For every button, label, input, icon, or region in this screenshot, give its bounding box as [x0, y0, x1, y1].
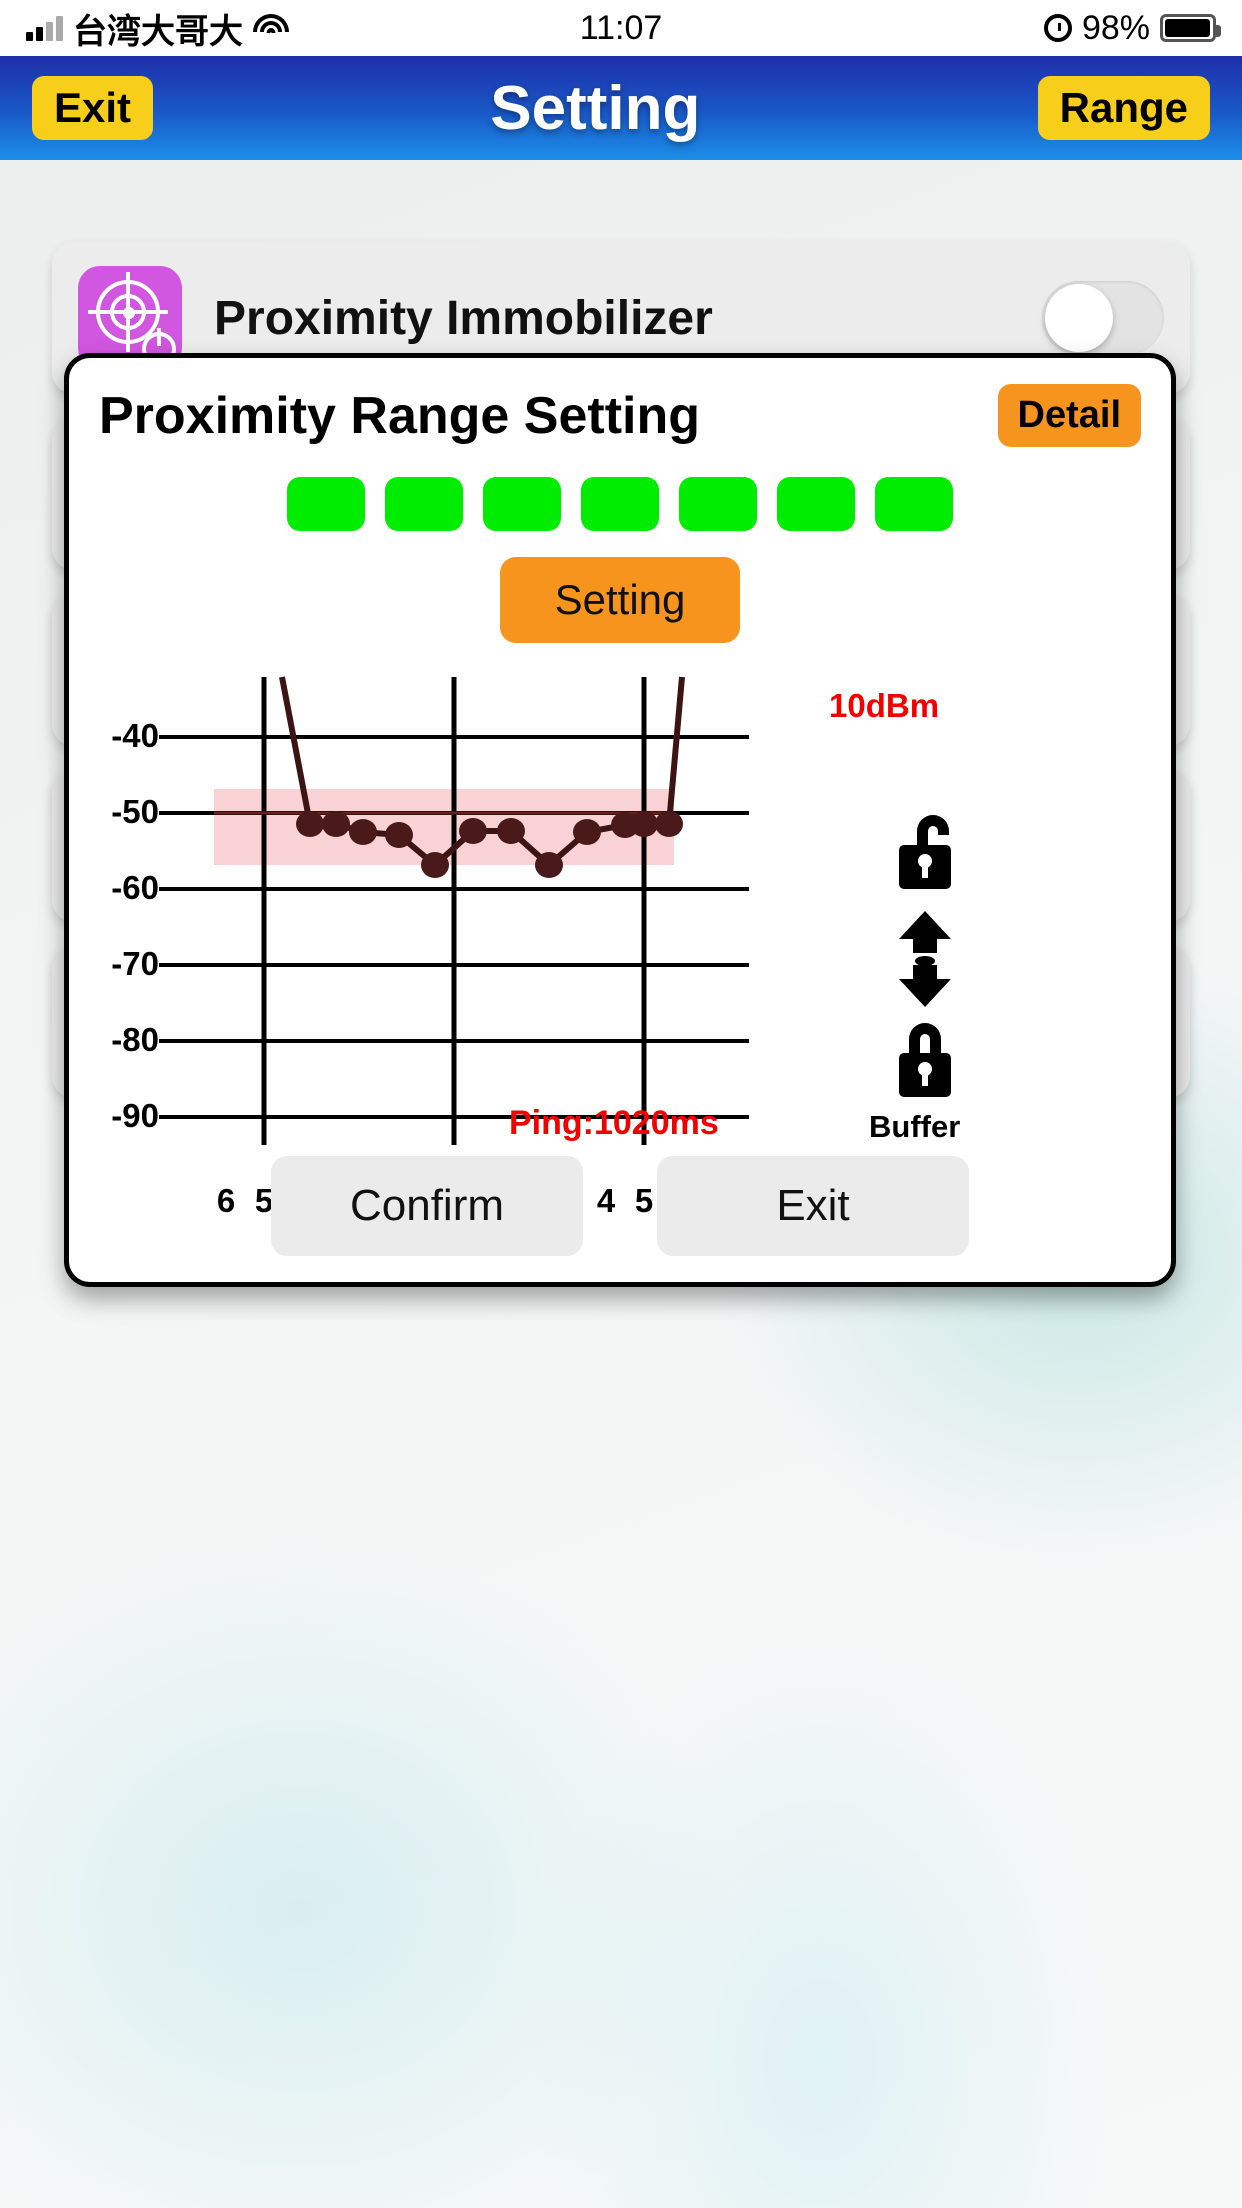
dialog-header: Proximity Range Setting Detail — [69, 358, 1171, 447]
y-tick-label: -60 — [111, 869, 159, 906]
dialog-exit-button[interactable]: Exit — [657, 1156, 969, 1256]
rssi-chart-svg — [159, 676, 749, 1145]
signal-bar-segment[interactable] — [287, 477, 365, 531]
alarm-clock-icon — [1043, 14, 1072, 42]
battery-percent-label: 98% — [1081, 8, 1150, 47]
status-bar-left: 台湾大哥大 — [26, 4, 580, 53]
setting-button-wrap: Setting — [69, 557, 1171, 643]
unlock-open-padlock-icon[interactable] — [895, 811, 963, 893]
exit-button[interactable]: Exit — [32, 75, 154, 141]
y-tick-label: -50 — [111, 793, 159, 830]
status-bar: 台湾大哥大 11:07 98% — [0, 0, 1242, 56]
dialog-title: Proximity Range Setting — [99, 386, 700, 445]
signal-bar-segment[interactable] — [875, 477, 953, 531]
clock-label: 11:07 — [579, 8, 663, 47]
signal-bars-icon — [26, 15, 63, 41]
confirm-button[interactable]: Confirm — [271, 1156, 583, 1256]
status-bar-center: 11:07 — [580, 9, 663, 48]
app-screen: 台湾大哥大 11:07 98% Exit Setting Range Proxi… — [0, 0, 1242, 2208]
detail-button[interactable]: Detail — [997, 384, 1141, 447]
buffer-label: Buffer — [869, 1109, 961, 1144]
x-major-gridlines — [261, 677, 647, 1145]
list-item-label: Proximity Immobilizer — [214, 291, 713, 345]
rssi-chart: -40 -50 -60 -70 -80 -90 6 5 4 3 2 1 0 1 … — [69, 659, 1171, 1219]
status-bar-right: 98% — [662, 8, 1221, 48]
carrier-label: 台湾大哥大 — [73, 12, 243, 51]
battery-icon — [1160, 14, 1221, 42]
proximity-range-setting-dialog: Proximity Range Setting Detail Setting -… — [64, 353, 1176, 1287]
signal-bar-segment[interactable] — [385, 477, 463, 531]
y-tick-label: -80 — [111, 1021, 159, 1058]
y-tick-label: -40 — [111, 717, 159, 754]
signal-bar-segment[interactable] — [581, 477, 659, 531]
y-tick-label: -90 — [111, 1097, 159, 1134]
range-button[interactable]: Range — [1037, 75, 1210, 141]
y-tick-label: -70 — [111, 945, 159, 982]
proximity-immobilizer-toggle[interactable] — [1042, 281, 1164, 355]
signal-bar-segment[interactable] — [483, 477, 561, 531]
page-title: Setting — [490, 73, 701, 143]
signal-bar-segment[interactable] — [679, 477, 757, 531]
dialog-footer: Confirm Exit — [69, 1156, 1171, 1256]
setting-button[interactable]: Setting — [500, 557, 740, 643]
locked-padlock-icon[interactable] — [895, 1019, 963, 1101]
up-down-arrows-icon[interactable] — [895, 909, 963, 1009]
signal-strength-bars — [69, 477, 1171, 531]
wifi-icon — [253, 14, 289, 42]
power-level-label: 10dBm — [829, 687, 940, 724]
signal-bar-segment[interactable] — [777, 477, 855, 531]
nav-bar: Exit Setting Range — [0, 56, 1242, 160]
ping-label: Ping:1020ms — [509, 1104, 719, 1142]
